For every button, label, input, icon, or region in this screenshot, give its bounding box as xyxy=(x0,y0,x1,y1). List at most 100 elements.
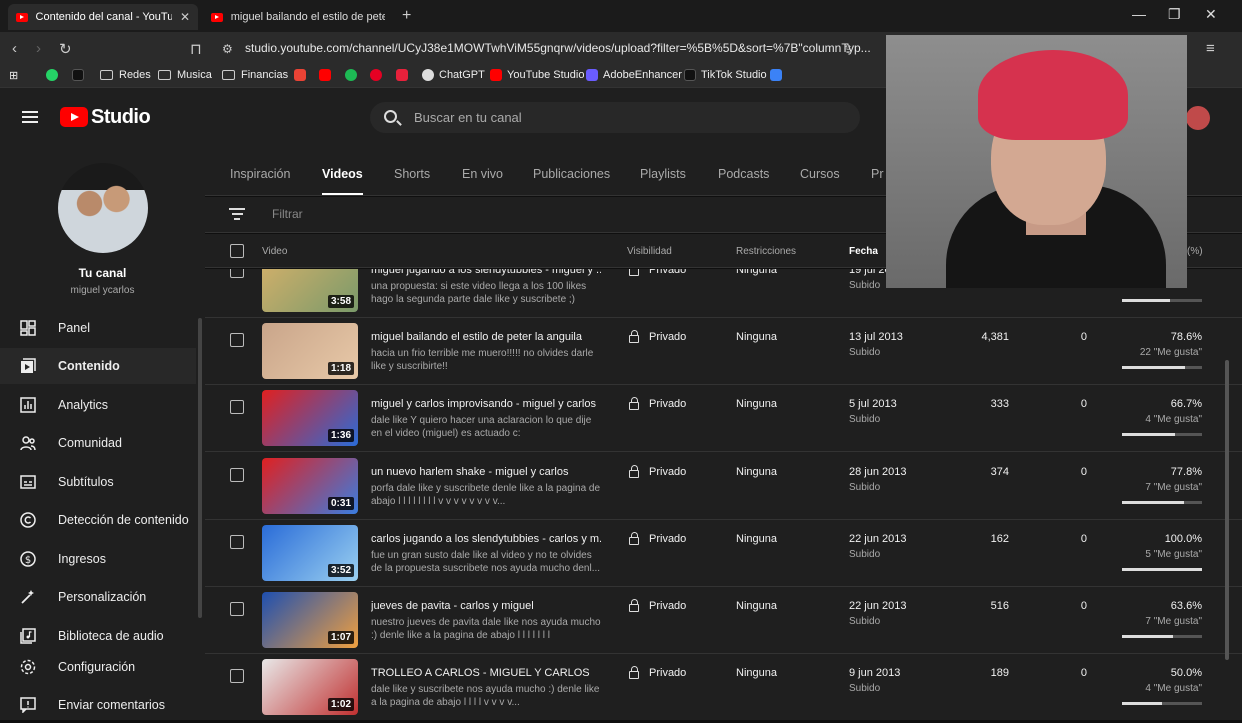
row-checkbox[interactable] xyxy=(230,534,244,549)
channel-avatar[interactable] xyxy=(58,163,148,253)
site-settings-icon[interactable]: ⚙ xyxy=(222,42,233,56)
sidebar-item-deteccion[interactable]: Detección de contenido xyxy=(0,502,196,538)
sidebar-item-subtitulos[interactable]: Subtítulos xyxy=(0,464,196,500)
visibility-selector[interactable]: Privado xyxy=(629,397,686,411)
apps-icon[interactable]: ⊞ xyxy=(9,69,18,82)
bookmark-youtube-studio[interactable]: YouTube Studio xyxy=(490,69,584,81)
sidebar-item-analytics[interactable]: Analytics xyxy=(0,387,196,423)
row-checkbox[interactable] xyxy=(230,669,244,684)
pinterest-bookmark[interactable] xyxy=(370,69,387,81)
filter-icon[interactable] xyxy=(229,208,245,223)
visibility-selector[interactable]: Privado xyxy=(629,531,686,545)
studio-logo-text[interactable]: Studio xyxy=(91,106,151,129)
video-thumbnail[interactable]: 3:58 xyxy=(262,269,358,312)
video-title[interactable]: carlos jugando a los slendytubbies - car… xyxy=(371,533,601,545)
sidebar-item-ingresos[interactable]: $ Ingresos xyxy=(0,541,196,577)
sidebar-item-comunidad[interactable]: Comunidad xyxy=(0,425,196,461)
menu-icon[interactable] xyxy=(22,111,38,123)
row-checkbox[interactable] xyxy=(230,333,244,348)
row-checkbox[interactable] xyxy=(230,269,244,278)
account-avatar[interactable] xyxy=(1186,106,1210,130)
select-all-checkbox[interactable] xyxy=(230,244,244,258)
video-title[interactable]: TROLLEO A CARLOS - MIGUEL Y CARLOS xyxy=(371,667,601,679)
youtube-logo-icon[interactable] xyxy=(60,107,88,127)
browser-menu-icon[interactable]: ≡ xyxy=(1206,40,1215,57)
forward-icon[interactable]: › xyxy=(36,40,41,57)
tab-inspiracion[interactable]: Inspiración xyxy=(230,167,290,181)
minimize-icon[interactable]: — xyxy=(1132,6,1146,22)
bookmark-chatgpt[interactable]: ChatGPT xyxy=(422,69,485,81)
whatsapp-bookmark[interactable] xyxy=(46,69,63,81)
sidebar-item-enviar-comentarios[interactable]: Enviar comentarios xyxy=(0,687,196,723)
gmail-bookmark[interactable] xyxy=(294,69,311,81)
url-field[interactable]: studio.youtube.com/channel/UCyJ38e1MOWTw… xyxy=(245,41,871,55)
sidebar-item-contenido[interactable]: Contenido xyxy=(0,348,196,384)
bookmark-tiktok-studio[interactable]: TikTok Studio xyxy=(684,69,767,81)
tab-videos[interactable]: Videos xyxy=(322,167,363,195)
video-thumbnail[interactable]: 0:31 xyxy=(262,457,358,514)
video-title[interactable]: miguel jugando a los slendytubbies - mig… xyxy=(371,269,601,276)
table-row[interactable]: 0:31 un nuevo harlem shake - miguel y car… xyxy=(205,453,1242,520)
new-tab-icon[interactable]: + xyxy=(402,7,411,25)
sidebar-item-panel[interactable]: Panel xyxy=(0,310,196,346)
sidebar-item-personalizacion[interactable]: Personalización xyxy=(0,579,196,615)
visibility-selector[interactable]: Privado xyxy=(629,464,686,478)
tab-cursos[interactable]: Cursos xyxy=(800,167,840,181)
visibility-selector[interactable]: Privado xyxy=(629,330,686,344)
bookmark-page-icon[interactable]: ⊓ xyxy=(190,40,202,58)
header-date[interactable]: Fecha xyxy=(849,246,878,257)
filter-input[interactable]: Filtrar xyxy=(272,207,303,221)
video-title[interactable]: un nuevo harlem shake - miguel y carlos xyxy=(371,466,601,478)
channel-search[interactable]: Buscar en tu canal xyxy=(370,102,860,133)
search-input[interactable]: Buscar en tu canal xyxy=(414,110,522,125)
video-thumbnail[interactable]: 1:18 xyxy=(262,323,358,380)
browser-tab-studio[interactable]: Contenido del canal - YouTube S ✕ xyxy=(8,4,198,30)
tiktok-bookmark[interactable] xyxy=(72,69,89,81)
bookmark-redes[interactable]: Redes xyxy=(100,69,151,81)
back-icon[interactable]: ‹ xyxy=(12,40,17,57)
video-thumbnail[interactable]: 3:52 xyxy=(262,524,358,581)
table-row[interactable]: 1:07 jueves de pavita - carlos y miguel nu… xyxy=(205,587,1242,654)
video-title[interactable]: miguel y carlos improvisando - miguel y … xyxy=(371,398,601,410)
channel-title: Tu canal xyxy=(78,266,127,280)
video-title[interactable]: jueves de pavita - carlos y miguel xyxy=(371,600,601,612)
like-ratio: 78.6% xyxy=(1170,331,1202,344)
reload-icon[interactable]: ↻ xyxy=(59,40,72,58)
row-checkbox[interactable] xyxy=(230,400,244,415)
table-row[interactable]: 1:18 miguel bailando el estilo de peter l… xyxy=(205,318,1242,386)
video-title[interactable]: miguel bailando el estilo de peter la an… xyxy=(371,331,601,343)
youtube-bookmark[interactable] xyxy=(319,69,336,81)
bookmark-adobe[interactable]: AdobeEnhancer xyxy=(586,69,682,81)
video-thumbnail[interactable]: 1:36 xyxy=(262,390,358,447)
share-icon[interactable]: ⇪ xyxy=(843,42,853,56)
close-window-icon[interactable]: ✕ xyxy=(1205,6,1217,23)
tab-shorts[interactable]: Shorts xyxy=(394,167,430,181)
video-thumbnail[interactable]: 1:02 xyxy=(262,659,358,716)
video-duration: 1:02 xyxy=(327,698,354,712)
table-scrollbar[interactable] xyxy=(1225,360,1229,660)
tab-en-vivo[interactable]: En vivo xyxy=(462,167,503,181)
sidebar-scrollbar[interactable] xyxy=(198,318,202,618)
flag-bookmark[interactable] xyxy=(770,69,787,81)
row-checkbox[interactable] xyxy=(230,602,244,616)
sidebar-item-configuracion[interactable]: Configuración xyxy=(0,649,196,685)
bolt-bookmark[interactable] xyxy=(396,69,413,81)
visibility-selector[interactable]: Privado xyxy=(629,269,686,276)
close-tab-icon[interactable]: ✕ xyxy=(180,10,190,24)
visibility-selector[interactable]: Privado xyxy=(629,666,686,680)
browser-tab-video[interactable]: miguel bailando el estilo de peter la a xyxy=(203,4,393,30)
tab-publicaciones[interactable]: Publicaciones xyxy=(533,167,610,181)
tab-more[interactable]: Pr xyxy=(871,167,884,181)
video-thumbnail[interactable]: 1:07 xyxy=(262,592,358,648)
bookmark-financias[interactable]: Financias xyxy=(222,69,288,81)
table-row[interactable]: 1:02 TROLLEO A CARLOS - MIGUEL Y CARLOS da… xyxy=(205,654,1242,720)
tab-podcasts[interactable]: Podcasts xyxy=(718,167,769,181)
row-checkbox[interactable] xyxy=(230,467,244,482)
visibility-selector[interactable]: Privado xyxy=(629,599,686,612)
bookmark-musica[interactable]: Musica xyxy=(158,69,212,81)
table-row[interactable]: 3:52 carlos jugando a los slendytubbies -… xyxy=(205,520,1242,587)
table-row[interactable]: 1:36 miguel y carlos improvisando - migue… xyxy=(205,385,1242,453)
spotify-bookmark[interactable] xyxy=(345,69,362,81)
tab-playlists[interactable]: Playlists xyxy=(640,167,686,181)
restore-icon[interactable]: ❐ xyxy=(1168,6,1181,23)
